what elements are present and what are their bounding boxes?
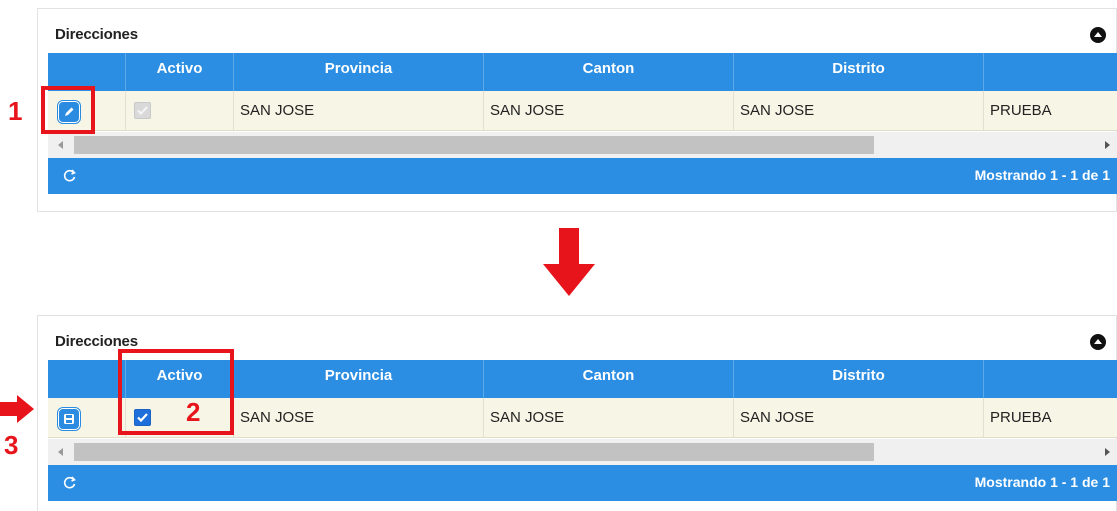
right-arrow-icon [0, 402, 18, 416]
right-arrow-head-icon [17, 395, 34, 423]
grid-header: Activo Provincia Canton Distrito [48, 53, 1117, 91]
grid-footer: Mostrando 1 - 1 de 1 [48, 465, 1117, 501]
header-cell-distrito[interactable]: Distrito [734, 53, 984, 91]
row-canton-cell: SAN JOSE [484, 91, 734, 131]
row-canton-cell: SAN JOSE [484, 398, 734, 438]
header-cell-extra[interactable] [984, 360, 1117, 398]
header-cell-provincia[interactable]: Provincia [234, 360, 484, 398]
callout-number-2: 2 [186, 397, 201, 427]
scroll-thumb[interactable] [74, 136, 874, 154]
highlight-box-edit [41, 86, 95, 134]
header-cell-actions [48, 360, 126, 398]
scroll-right-arrow-icon[interactable] [1105, 141, 1110, 149]
pager-status: Mostrando 1 - 1 de 1 [974, 167, 1110, 183]
row-distrito-cell: SAN JOSE [734, 91, 984, 131]
screenshot-stage: Direcciones Activo Provincia Canton Dist… [0, 0, 1117, 511]
callout-number-1: 1 [8, 96, 23, 126]
row-extra-cell: PRUEBA [990, 409, 1052, 426]
highlight-box-activo [118, 349, 234, 435]
scroll-left-arrow-icon[interactable] [58, 141, 63, 149]
header-cell-distrito[interactable]: Distrito [734, 360, 984, 398]
callout-number-3: 3 [4, 430, 19, 460]
row-provincia-cell: SAN JOSE [234, 398, 484, 438]
horizontal-scrollbar[interactable] [48, 439, 1117, 465]
header-cell-provincia[interactable]: Provincia [234, 53, 484, 91]
scroll-right-arrow-icon[interactable] [1105, 448, 1110, 456]
direcciones-panel-before: Direcciones Activo Provincia Canton Dist… [37, 8, 1117, 212]
pager-status: Mostrando 1 - 1 de 1 [974, 474, 1110, 490]
collapse-icon[interactable] [1090, 334, 1106, 350]
check-icon [137, 106, 148, 115]
row-action-cell [48, 398, 126, 438]
header-cell-canton[interactable]: Canton [484, 53, 734, 91]
table-row: SAN JOSE SAN JOSE SAN JOSE PRUEBA [48, 91, 1117, 131]
save-button[interactable] [58, 408, 80, 430]
refresh-icon[interactable] [62, 168, 78, 184]
save-icon [64, 414, 74, 424]
horizontal-scrollbar[interactable] [48, 132, 1117, 158]
down-arrow-head-icon [543, 264, 595, 296]
panel-title: Direcciones [55, 333, 138, 350]
row-extra-cell: PRUEBA [990, 102, 1052, 119]
scroll-left-arrow-icon[interactable] [58, 448, 63, 456]
header-cell-canton[interactable]: Canton [484, 360, 734, 398]
grid-footer: Mostrando 1 - 1 de 1 [48, 158, 1117, 194]
header-cell-activo[interactable]: Activo [126, 53, 234, 91]
row-activo-cell [126, 91, 234, 131]
panel-title: Direcciones [55, 26, 138, 43]
scroll-thumb[interactable] [74, 443, 874, 461]
refresh-icon[interactable] [62, 475, 78, 491]
down-arrow-icon [559, 228, 579, 266]
panel-header: Direcciones [38, 9, 1117, 53]
row-distrito-cell: SAN JOSE [734, 398, 984, 438]
activo-checkbox-disabled [134, 102, 151, 119]
header-cell-extra[interactable] [984, 53, 1117, 91]
collapse-icon[interactable] [1090, 27, 1106, 43]
row-provincia-cell: SAN JOSE [234, 91, 484, 131]
